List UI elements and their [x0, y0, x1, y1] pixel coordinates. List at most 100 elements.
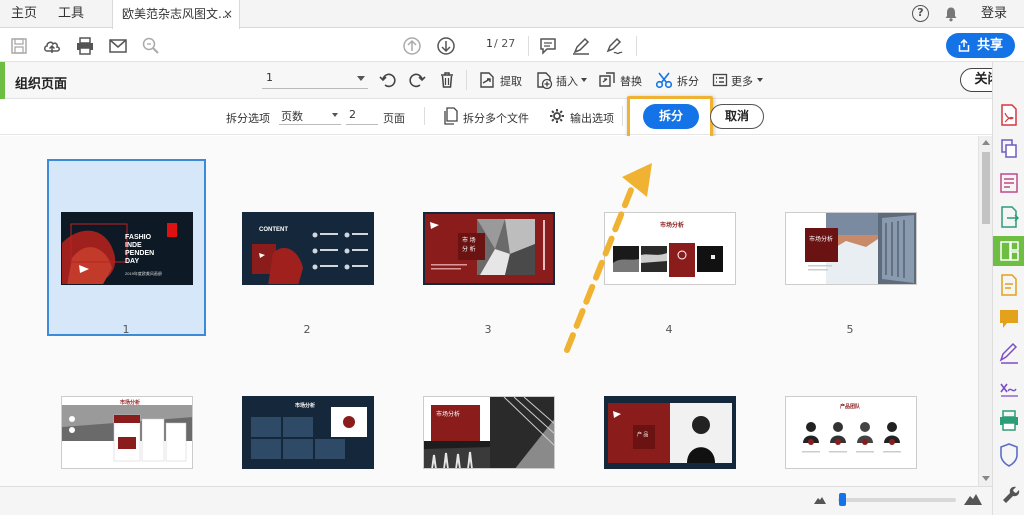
scissors-icon[interactable] [655, 71, 673, 89]
slide-7-title: 市场分析 [295, 403, 316, 409]
signature-icon [1000, 383, 1018, 397]
output-options-button[interactable]: 输出选项 [570, 110, 614, 126]
slide-9-art [605, 397, 735, 468]
zoom-out-mountain-icon[interactable] [814, 495, 826, 504]
insert-button[interactable]: 插入 [556, 73, 578, 89]
menu-tools[interactable]: 工具 [58, 0, 84, 28]
menu-bar: 主页 工具 欧美范杂志风图文... × ? 登录 [0, 0, 1024, 29]
extract-icon[interactable] [478, 71, 496, 89]
enhance-scans-icon [1001, 274, 1017, 296]
zoom-slider-handle[interactable] [839, 493, 846, 506]
export-pdf-icon [1001, 206, 1020, 228]
page-number-input[interactable]: 1 [467, 37, 493, 53]
scroll-up-icon[interactable] [982, 140, 990, 145]
print-production-tool[interactable] [993, 406, 1024, 436]
slide-2-title: CONTENT [259, 227, 288, 233]
page-thumbnail-8[interactable]: 市场分析 [423, 396, 555, 469]
page-number-5: 5 [846, 323, 854, 336]
fill-sign-tool[interactable] [993, 338, 1024, 368]
multiple-files-icon[interactable] [443, 107, 459, 125]
combine-files-tool[interactable] [993, 134, 1024, 164]
annotation-arrow-icon [564, 163, 652, 353]
rotate-right-icon[interactable] [408, 71, 426, 89]
close-tab-icon[interactable]: × [223, 0, 233, 28]
slide-9-title: 产 品 [637, 432, 649, 438]
split-tool-button[interactable]: 拆分 [677, 73, 699, 89]
page-thumbnail-2[interactable]: CONTENT [242, 212, 374, 285]
zoom-slider-track[interactable] [838, 498, 956, 502]
send-for-signature-tool[interactable] [993, 372, 1024, 402]
split-count-input[interactable]: 2 [346, 108, 378, 125]
page-thumbnail-7[interactable]: 市场分析 [242, 396, 374, 469]
page-thumbnail-10[interactable]: 产品团队 [785, 396, 917, 469]
enhance-scans-tool[interactable] [993, 270, 1024, 300]
create-pdf-tool[interactable] [993, 100, 1024, 130]
insert-icon[interactable] [535, 71, 553, 89]
split-button[interactable]: 拆分 [643, 104, 699, 129]
insert-dropdown-icon [581, 78, 587, 82]
save-icon[interactable] [9, 36, 29, 56]
page-thumbnail-6[interactable]: 市场分析 [61, 396, 193, 469]
chevron-down-icon [357, 76, 365, 81]
page-thumbnail-3[interactable]: 市 场 分 析 [423, 212, 555, 285]
scrollbar-thumb[interactable] [982, 152, 990, 224]
page-range-select[interactable]: 1 [262, 71, 368, 89]
page-thumbnail-5[interactable]: 市场分析 [785, 212, 917, 285]
slide-1-title: FASHIO INDE PENDEN DAY [125, 234, 155, 265]
print-icon[interactable] [75, 36, 95, 56]
right-tools-panel [992, 62, 1024, 515]
split-multiple-files-button[interactable]: 拆分多个文件 [463, 110, 529, 126]
sign-icon[interactable] [604, 36, 624, 56]
organize-pages-tool[interactable] [993, 236, 1024, 266]
share-button[interactable]: 共享 [946, 33, 1015, 58]
page-number-1: 1 [122, 323, 130, 336]
menu-home[interactable]: 主页 [11, 0, 37, 28]
next-page-icon[interactable] [436, 36, 456, 56]
replace-icon[interactable] [598, 71, 616, 89]
more-menu-icon[interactable] [712, 72, 728, 88]
share-icon [958, 39, 970, 52]
edit-pdf-icon [1000, 173, 1018, 193]
comment-icon[interactable] [538, 36, 558, 56]
more-button[interactable]: 更多 [731, 73, 753, 89]
bell-icon[interactable] [943, 6, 959, 22]
delete-icon[interactable] [438, 71, 456, 89]
protect-tool[interactable] [993, 440, 1024, 470]
slide-8-art [424, 397, 554, 468]
wrench-icon [1003, 486, 1020, 503]
share-label: 共享 [977, 38, 1004, 53]
vertical-scrollbar[interactable] [978, 136, 992, 486]
upload-cloud-icon[interactable] [42, 36, 62, 56]
organize-title: 组织页面 [15, 77, 68, 92]
page-thumbnail-1[interactable]: FASHIO INDE PENDEN DAY 2019年度欧美风画册 [61, 212, 193, 285]
comment-tool[interactable] [993, 304, 1024, 334]
combine-files-icon [1001, 139, 1017, 158]
highlight-pen-icon[interactable] [571, 36, 591, 56]
zoom-search-icon[interactable] [141, 36, 161, 56]
previous-page-icon[interactable] [402, 36, 422, 56]
split-mode-select[interactable]: 页数 [279, 108, 341, 125]
more-tools[interactable] [993, 480, 1024, 510]
page-total: / 27 [494, 37, 516, 50]
email-icon[interactable] [108, 36, 128, 56]
page-range-value: 1 [266, 71, 273, 84]
extract-button[interactable]: 提取 [500, 73, 522, 89]
gear-icon[interactable] [549, 108, 565, 124]
edit-pdf-tool[interactable] [993, 168, 1024, 198]
login-link[interactable]: 登录 [981, 0, 1007, 28]
help-icon[interactable]: ? [912, 5, 929, 22]
export-pdf-tool[interactable] [993, 202, 1024, 232]
page-thumbnail-9[interactable]: 产 品 [604, 396, 736, 469]
slide-5-title: 市场分析 [809, 237, 834, 243]
split-options-label: 拆分选项 [226, 112, 270, 125]
document-tab[interactable]: 欧美范杂志风图文... × [112, 0, 240, 29]
comment-tool-icon [1000, 310, 1018, 328]
zoom-in-mountain-icon[interactable] [964, 492, 982, 505]
scroll-down-icon[interactable] [982, 476, 990, 481]
replace-button[interactable]: 替换 [620, 73, 642, 89]
cancel-button[interactable]: 取消 [710, 104, 764, 129]
slide-5-art [786, 213, 916, 284]
page-number-3: 3 [484, 323, 492, 336]
rotate-left-icon[interactable] [379, 71, 397, 89]
document-tab-title: 欧美范杂志风图文... [122, 7, 230, 21]
